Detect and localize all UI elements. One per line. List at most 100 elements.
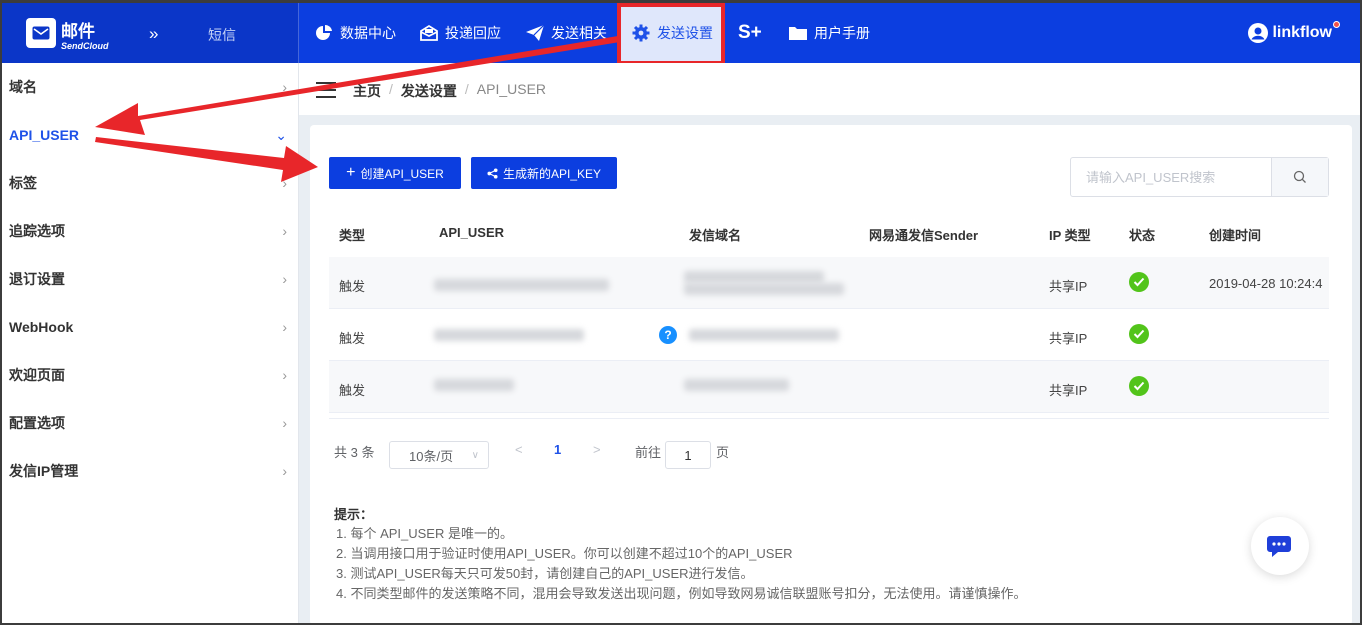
chevron-right-icon: › [282, 79, 287, 95]
col-header-api-user: API_USER [439, 225, 505, 240]
nav-label: 投递回应 [445, 25, 501, 41]
annotation-highlight-box [617, 3, 725, 65]
nav-user-manual[interactable]: 用户手册 [788, 3, 870, 63]
sidebar-item-label: API_USER [9, 127, 80, 143]
create-api-user-button[interactable]: + 创建API_USER [329, 157, 461, 189]
col-header-sender: 网易通发信Sender [869, 228, 979, 243]
sidebar: 域名 › API_USER ⌄ 标签 › 追踪选项 › 退订设置 › WebHook › 欢… [0, 63, 299, 625]
breadcrumb: 主页 / 发送设置 / API_USER [353, 81, 546, 101]
button-label: 创建API_USER [360, 166, 444, 181]
redacted-domain [684, 283, 844, 295]
search-icon [1293, 170, 1306, 183]
brand-title: 邮件 [61, 22, 95, 41]
breadcrumb-bar: 主页 / 发送设置 / API_USER [299, 63, 1362, 115]
sms-switch-link[interactable]: 短信 [208, 25, 236, 45]
tip-item: 4. 不同类型邮件的发送策略不同，混用会导致发送出现问题，例如导致网易诚信联盟账… [336, 586, 1027, 601]
breadcrumb-current: API_USER [476, 81, 547, 97]
user-menu[interactable]: linkflow [1248, 23, 1332, 43]
plus-icon: + [346, 164, 356, 181]
redacted-domain [689, 329, 839, 341]
sidebar-item-webhook[interactable]: WebHook › [0, 303, 299, 351]
page-size-select[interactable]: 10条/页 ∨ [389, 441, 489, 469]
nav-data-center[interactable]: 数据中心 [314, 3, 396, 63]
chevron-down-icon: ∨ [471, 449, 479, 461]
cell-type: 触发 [339, 279, 366, 294]
check-circle-icon [1129, 272, 1149, 292]
nav-label: 数据中心 [340, 25, 396, 41]
main-card: + 创建API_USER 生成新的API_KEY 类型 API_USER 发信域… [310, 125, 1352, 625]
chevron-right-icon: › [282, 271, 287, 287]
table-row[interactable]: 触发 共享IP 2019-04-28 10:24:4 [329, 257, 1329, 309]
sidebar-item-label: 追踪选项 [9, 223, 65, 239]
goto-label: 前往 [635, 445, 662, 460]
chat-icon [1267, 536, 1291, 557]
paper-plane-icon [525, 23, 545, 43]
sidebar-item-label: 配置选项 [9, 415, 65, 431]
brand-subtitle: SendCloud [61, 41, 109, 51]
table-row[interactable]: 触发 共享IP [329, 361, 1329, 413]
tip-item: 3. 测试API_USER每天只可发50封，请创建自己的API_USER进行发信… [336, 566, 754, 581]
double-chevron-right-icon[interactable]: » [149, 24, 158, 44]
nav-s-plus[interactable]: S+ [738, 3, 762, 63]
sidebar-item-tags[interactable]: 标签 › [0, 159, 299, 207]
question-icon[interactable]: ? [659, 326, 677, 344]
breadcrumb-section[interactable]: 发送设置 [401, 81, 457, 101]
sidebar-item-label: 标签 [9, 175, 37, 191]
chevron-right-icon: › [282, 415, 287, 431]
check-circle-icon [1129, 324, 1149, 344]
breadcrumb-home[interactable]: 主页 [353, 81, 381, 101]
next-page-button[interactable]: > [593, 442, 601, 457]
breadcrumb-separator: / [389, 81, 393, 97]
redacted-api-user [434, 279, 609, 291]
search-button[interactable] [1271, 158, 1328, 196]
page-size-value: 10条/页 [409, 448, 454, 464]
chevron-right-icon: › [282, 367, 287, 383]
sidebar-item-ip-management[interactable]: 发信IP管理 › [0, 447, 299, 495]
chat-support-button[interactable] [1251, 517, 1309, 575]
generate-api-key-button[interactable]: 生成新的API_KEY [471, 157, 617, 189]
search-input[interactable] [1071, 158, 1271, 196]
sidebar-item-api-user[interactable]: API_USER ⌄ [0, 111, 299, 159]
share-icon [487, 167, 498, 179]
sidebar-item-unsubscribe[interactable]: 退订设置 › [0, 255, 299, 303]
nav-sending-related[interactable]: 发送相关 [525, 3, 607, 63]
s-plus-icon: S+ [738, 22, 762, 43]
sidebar-item-welcome-page[interactable]: 欢迎页面 › [0, 351, 299, 399]
goto-page-input[interactable] [665, 441, 711, 469]
chevron-right-icon: › [282, 463, 287, 479]
sidebar-item-config[interactable]: 配置选项 › [0, 399, 299, 447]
sidebar-item-label: 欢迎页面 [9, 367, 65, 383]
col-header-domain: 发信域名 [689, 228, 742, 243]
user-name: linkflow [1272, 24, 1332, 41]
sidebar-item-label: 发信IP管理 [9, 463, 79, 479]
chevron-down-icon: ⌄ [275, 126, 287, 143]
mail-logo-icon[interactable] [26, 18, 56, 48]
nav-label: 发送相关 [551, 25, 607, 41]
breadcrumb-separator: / [464, 81, 469, 97]
col-header-type: 类型 [339, 228, 366, 243]
envelope-open-icon [419, 23, 439, 43]
goto-suffix: 页 [716, 445, 730, 460]
pagination-total: 共 3 条 [334, 445, 375, 460]
tip-item: 2. 当调用接口用于验证时使用API_USER。你可以创建不超过10个的API_… [336, 546, 793, 561]
chevron-right-icon: › [282, 319, 287, 335]
notification-dot [1333, 21, 1340, 28]
sidebar-item-label: 域名 [9, 79, 37, 95]
tips-title: 提示： [334, 507, 374, 522]
chevron-right-icon: › [282, 175, 287, 191]
table-row[interactable]: 触发 ? 共享IP [329, 309, 1329, 361]
nav-delivery-response[interactable]: 投递回应 [419, 3, 501, 63]
hamburger-menu-icon[interactable] [316, 82, 336, 98]
check-circle-icon [1129, 376, 1149, 396]
cell-ip-type: 共享IP [1049, 383, 1088, 398]
sidebar-item-domain[interactable]: 域名 › [0, 63, 299, 111]
redacted-api-user [434, 329, 584, 341]
col-header-status: 状态 [1129, 228, 1156, 243]
button-label: 生成新的API_KEY [502, 166, 602, 181]
sidebar-item-tracking[interactable]: 追踪选项 › [0, 207, 299, 255]
redacted-domain [684, 271, 824, 283]
brand-divider [298, 3, 299, 63]
page-number-current[interactable]: 1 [554, 442, 561, 457]
col-header-ip-type: IP 类型 [1049, 228, 1091, 243]
prev-page-button[interactable]: < [515, 442, 523, 457]
